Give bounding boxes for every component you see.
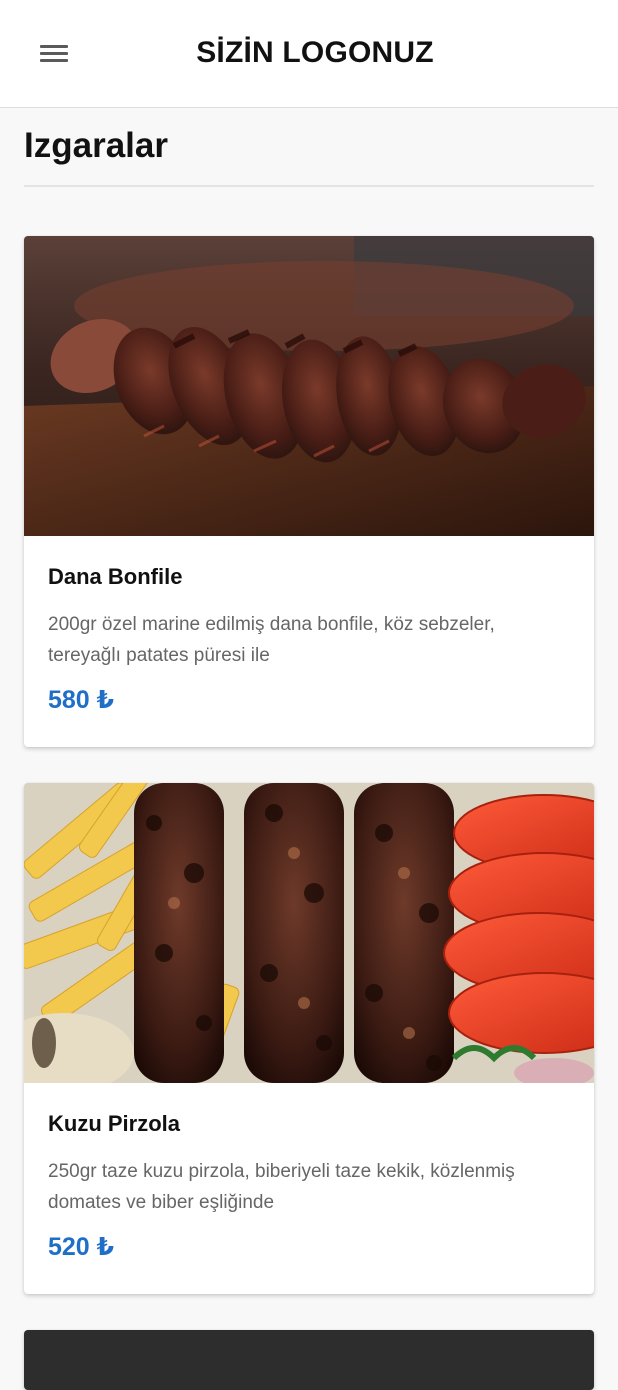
menu-item-card[interactable]: Kuzu Pirzola 250gr taze kuzu pirzola, bi… <box>24 783 594 1294</box>
top-header: SİZİN LOGONUZ <box>0 0 618 108</box>
section-title: Izgaralar <box>24 126 168 165</box>
site-logo[interactable]: SİZİN LOGONUZ <box>0 36 618 70</box>
item-name: Dana Bonfile <box>48 564 183 589</box>
item-description: 250gr taze kuzu pirzola, biberiyeli taze… <box>48 1161 515 1213</box>
sliced-grilled-steak-photo <box>24 236 594 536</box>
card-body: Kuzu Pirzola 250gr taze kuzu pirzola, bi… <box>24 1083 594 1262</box>
item-name: Kuzu Pirzola <box>48 1111 181 1136</box>
menu-item-card[interactable]: Dana Bonfile 200gr özel marine edilmiş d… <box>24 236 594 747</box>
item-price: 580 ₺ <box>48 686 115 714</box>
grilled-skewers-fries-tomatoes-photo <box>24 783 594 1083</box>
card-body: Dana Bonfile 200gr özel marine edilmiş d… <box>24 536 594 715</box>
item-price: 520 ₺ <box>48 1233 115 1261</box>
menu-item-card[interactable] <box>24 1330 594 1390</box>
section-divider <box>24 185 594 187</box>
item-description: 200gr özel marine edilmiş dana bonfile, … <box>48 614 495 666</box>
